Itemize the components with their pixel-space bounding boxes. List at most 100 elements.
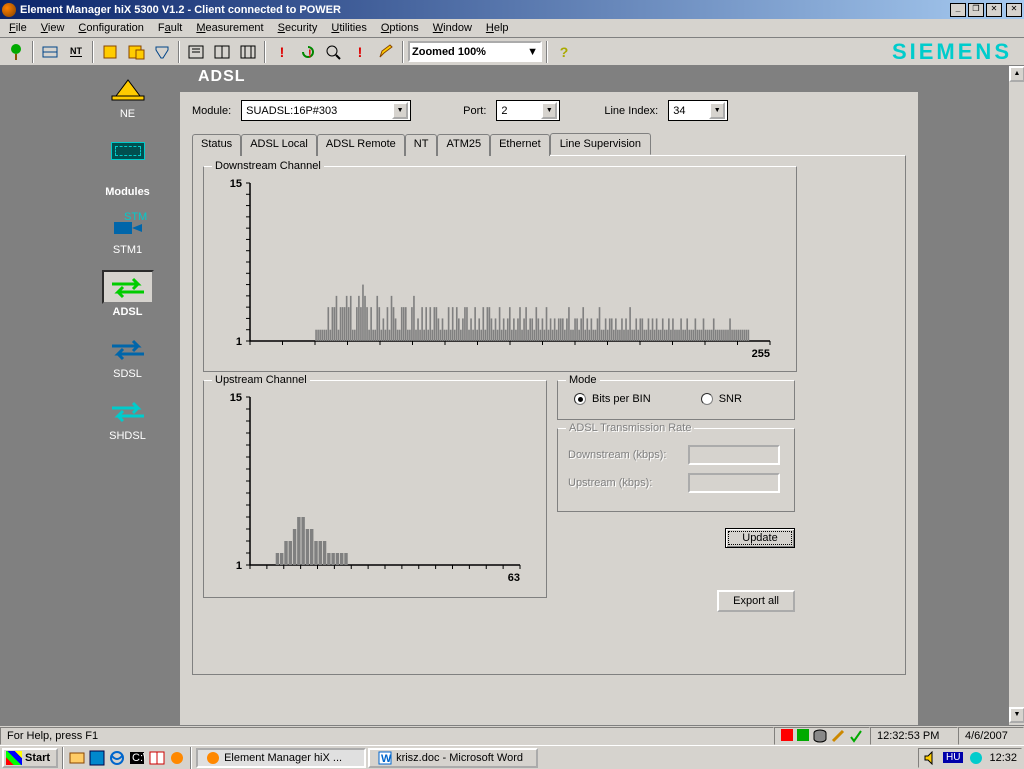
word-icon: W	[378, 751, 392, 765]
tab-atm25[interactable]: ATM25	[437, 134, 490, 156]
menu-view[interactable]: View	[34, 20, 72, 36]
scrollbar-vertical[interactable]: ▲ ▼	[1008, 66, 1024, 725]
svg-text:!: !	[308, 48, 312, 60]
status-date: 4/6/2007	[958, 727, 1024, 745]
tab-adsl-remote[interactable]: ADSL Remote	[317, 134, 405, 156]
tb-btn-5[interactable]	[150, 40, 174, 64]
sidebar-item-shdsl[interactable]: SHDSL	[75, 390, 180, 452]
port-select[interactable]: 2▼	[496, 100, 560, 121]
help-icon[interactable]: ?	[552, 40, 576, 64]
tray-app-icon[interactable]	[969, 751, 983, 765]
upstream-rate-input	[688, 473, 780, 493]
volume-icon[interactable]	[923, 751, 937, 765]
tb-btn-6[interactable]	[184, 40, 208, 64]
ql-ie-icon[interactable]	[108, 749, 126, 767]
export-all-button[interactable]: Export all	[717, 590, 795, 612]
downstream-rate-label: Downstream (kbps):	[568, 449, 678, 461]
status-link-icon	[831, 729, 845, 743]
adsl-icon	[102, 270, 154, 304]
tab-ethernet[interactable]: Ethernet	[490, 134, 550, 156]
chevron-down-icon[interactable]: ▼	[392, 102, 408, 119]
restore-button[interactable]: ❐	[968, 3, 984, 17]
svg-text:255: 255	[752, 348, 770, 360]
sidebar-item-ne[interactable]: NE	[75, 68, 180, 130]
tb-btn-7[interactable]	[210, 40, 234, 64]
ql-desktop-icon[interactable]	[88, 749, 106, 767]
menu-utilities[interactable]: Utilities	[324, 20, 373, 36]
ne-icon	[102, 72, 154, 106]
menu-help[interactable]: Help	[479, 20, 516, 36]
chevron-down-icon[interactable]: ▼	[541, 102, 557, 119]
tb-btn-1[interactable]	[38, 40, 62, 64]
menu-file[interactable]: File	[2, 20, 34, 36]
app-icon	[206, 751, 220, 765]
status-indicators	[774, 727, 870, 745]
ql-total-commander-icon[interactable]	[148, 749, 166, 767]
menu-window[interactable]: Window	[426, 20, 479, 36]
tree-pane	[0, 66, 75, 725]
tb-nt-icon[interactable]: NT	[64, 40, 88, 64]
workspace: NE Modules STM-1 STM1 ADSL SDSL	[0, 66, 1024, 725]
tab-status[interactable]: Status	[192, 134, 241, 156]
mode-fieldset: Mode Bits per BIN SNR	[557, 380, 795, 420]
brand-logo: SIEMENS	[892, 39, 1020, 65]
menu-options[interactable]: Options	[374, 20, 426, 36]
menu-configuration[interactable]: Configuration	[71, 20, 150, 36]
sidebar-item-board[interactable]	[75, 130, 180, 180]
menu-security[interactable]: Security	[271, 20, 325, 36]
radio-dot-icon	[574, 393, 586, 405]
tab-nt[interactable]: NT	[405, 134, 438, 156]
ql-app-icon[interactable]	[168, 749, 186, 767]
task-word[interactable]: W krisz.doc - Microsoft Word	[368, 748, 538, 768]
chevron-down-icon[interactable]: ▼	[709, 102, 725, 119]
module-select[interactable]: SUADSL:16P#303▼	[241, 100, 411, 121]
main-panel: ADSL Module: SUADSL:16P#303▼ Port: 2▼ Li…	[180, 66, 918, 725]
adsl-rate-fieldset: ADSL Transmission Rate Downstream (kbps)…	[557, 428, 795, 512]
svg-text:15: 15	[230, 392, 242, 404]
language-indicator[interactable]: HU	[943, 752, 963, 763]
alert-icon[interactable]: !	[270, 40, 294, 64]
menu-measurement[interactable]: Measurement	[189, 20, 270, 36]
refresh-alert-icon[interactable]: !	[296, 40, 320, 64]
status-green-icon	[797, 729, 809, 741]
sidebar-item-stm1[interactable]: STM-1 STM1	[75, 204, 180, 266]
alert-2-icon[interactable]: !	[348, 40, 372, 64]
update-button[interactable]: Update	[725, 528, 795, 548]
zoom-value: Zoomed 100%	[412, 46, 486, 58]
sdsl-icon	[102, 332, 154, 366]
tb-btn-8[interactable]	[236, 40, 260, 64]
sidebar-item-sdsl[interactable]: SDSL	[75, 328, 180, 390]
radio-snr[interactable]: SNR	[701, 393, 742, 405]
status-red-icon	[781, 729, 793, 741]
close-button[interactable]: ✕	[1006, 3, 1022, 17]
search-icon[interactable]	[322, 40, 346, 64]
tb-btn-3[interactable]	[98, 40, 122, 64]
chevron-down-icon[interactable]: ▼	[527, 46, 538, 58]
ql-outlook-icon[interactable]	[68, 749, 86, 767]
mode-legend: Mode	[566, 374, 600, 386]
tree-icon[interactable]	[4, 40, 28, 64]
system-tray: HU 12:32	[918, 748, 1022, 768]
menu-fault[interactable]: Fault	[151, 20, 189, 36]
tab-line-supervision[interactable]: Line Supervision	[550, 133, 651, 155]
radio-dot-icon	[701, 393, 713, 405]
port-label: Port:	[463, 105, 486, 117]
tb-btn-4[interactable]	[124, 40, 148, 64]
start-button[interactable]: Start	[2, 748, 58, 768]
line-index-select[interactable]: 34▼	[668, 100, 728, 121]
tab-adsl-local[interactable]: ADSL Local	[241, 134, 317, 156]
ql-cmd-icon[interactable]: C:\	[128, 749, 146, 767]
pencil-icon[interactable]	[374, 40, 398, 64]
downstream-fieldset: Downstream Channel 115255	[203, 166, 797, 372]
radio-bits-per-bin[interactable]: Bits per BIN	[574, 393, 651, 405]
scroll-up-icon[interactable]: ▲	[1009, 66, 1024, 82]
minimize-button[interactable]: _	[950, 3, 966, 17]
menubar: File View Configuration Fault Measuremen…	[0, 19, 1024, 38]
inner-close-button[interactable]: ✕	[986, 3, 1002, 17]
window-title: Element Manager hiX 5300 V1.2 - Client c…	[20, 4, 341, 16]
svg-text:STM-1: STM-1	[124, 212, 148, 223]
zoom-select[interactable]: Zoomed 100% ▼	[408, 41, 542, 62]
task-element-manager[interactable]: Element Manager hiX ...	[196, 748, 366, 768]
scroll-down-icon[interactable]: ▼	[1009, 707, 1024, 723]
sidebar-item-adsl[interactable]: ADSL	[75, 266, 180, 328]
